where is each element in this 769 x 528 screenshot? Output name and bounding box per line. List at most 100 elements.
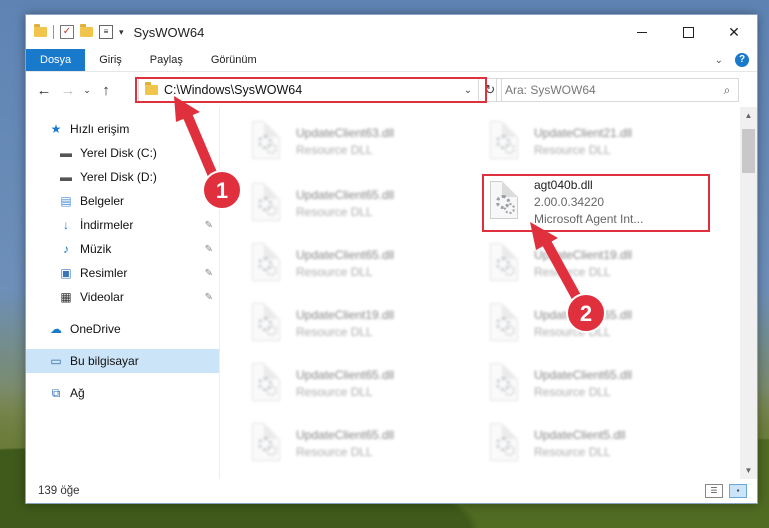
file-name: UpdateClient65.dll (296, 248, 395, 262)
file-item-agt040b[interactable]: agt040b.dll 2.00.0.34220 Microsoft Agent… (486, 173, 706, 231)
sidebar-item-this-pc[interactable]: ▭ Bu bilgisayar (26, 349, 219, 373)
sidebar-item-local-disk-c[interactable]: ▬ Yerel Disk (C:) (26, 141, 219, 165)
file-item[interactable]: UpdateClient65.dll Resource DLL (248, 235, 468, 293)
drive-icon: ▬ (60, 170, 72, 184)
sidebar-item-label: Yerel Disk (D:) (80, 170, 157, 184)
file-name: UpdateClient19.dll (296, 308, 395, 322)
file-name: UpdateClient19.dll (534, 248, 633, 262)
dll-file-icon (248, 423, 284, 465)
documents-icon: ▤ (60, 194, 72, 208)
explorer-body: ★ Hızlı erişim ▬ Yerel Disk (C:) ▬ Yerel… (26, 107, 757, 479)
forward-arrow-icon[interactable]: → (56, 82, 80, 99)
music-icon: ♪ (63, 242, 69, 256)
pin-icon[interactable]: ✎ (205, 268, 213, 279)
sidebar-item-label: OneDrive (70, 322, 121, 336)
pin-icon[interactable]: ✎ (205, 196, 213, 207)
search-icon[interactable]: ⌕ (716, 83, 738, 98)
sidebar-item-network[interactable]: ⧉ Ağ (26, 381, 219, 405)
file-type: Resource DLL (296, 385, 373, 399)
details-view-icon[interactable]: ☰ (705, 484, 723, 498)
dll-file-icon (248, 363, 284, 405)
sidebar-item-label: Müzik (80, 242, 112, 256)
large-icons-view-icon[interactable]: ▪ (729, 484, 747, 498)
dll-file-icon (486, 121, 522, 163)
dll-file-icon (486, 243, 522, 285)
sidebar-item-local-disk-d[interactable]: ▬ Yerel Disk (D:) (26, 165, 219, 189)
file-item[interactable]: UpdateClient65.dll Resource DLL (486, 355, 706, 413)
properties-check-icon[interactable]: ✓ (60, 25, 74, 39)
file-name: agt040b.dll (534, 177, 593, 192)
search-box[interactable]: Ara: SysWOW64 ⌕ (496, 78, 739, 102)
file-item[interactable]: UpdateClient65.dll Resource DLL (248, 355, 468, 413)
sidebar-item-label: Ağ (70, 386, 85, 400)
up-arrow-icon[interactable]: ↑ (94, 82, 118, 99)
dll-file-icon (486, 363, 522, 405)
sidebar-item-label: Bu bilgisayar (70, 354, 139, 368)
dll-file-icon (248, 243, 284, 285)
close-button[interactable]: ✕ (711, 15, 757, 49)
pin-icon[interactable]: ✎ (205, 292, 213, 303)
file-item[interactable]: UpdateClient19.dll Resource DLL (486, 235, 706, 293)
dll-file-icon (248, 303, 284, 345)
new-folder-icon[interactable] (80, 24, 93, 37)
customize-toolbar-chevron-icon[interactable]: ▾ (119, 27, 124, 38)
sidebar-item-videos[interactable]: ▦ Videolar ✎ (26, 285, 219, 309)
file-type: Resource DLL (296, 445, 373, 459)
address-path[interactable]: C:\Windows\SysWOW64 (164, 83, 302, 97)
address-history-chevron-icon[interactable]: ⌄ (458, 85, 478, 96)
back-arrow-icon[interactable]: ← (32, 82, 56, 99)
file-name: UpdateClient5.dll (534, 428, 626, 442)
address-bar[interactable]: C:\Windows\SysWOW64 ⌄ ↻ (138, 78, 502, 102)
sidebar-item-documents[interactable]: ▤ Belgeler ✎ (26, 189, 219, 213)
file-type: Resource DLL (534, 143, 611, 157)
dll-file-icon (486, 303, 522, 345)
file-item[interactable]: UpdateClient65.dll Resource DLL (248, 175, 468, 233)
help-button[interactable]: ? (735, 53, 749, 67)
dll-file-icon (248, 183, 284, 225)
sidebar-item-quick-access[interactable]: ★ Hızlı erişim (26, 117, 219, 141)
file-name: UpdateClient65.dll (534, 308, 633, 322)
file-type: Resource DLL (296, 265, 373, 279)
item-count: 139 öğe (38, 485, 80, 497)
vertical-scrollbar[interactable]: ▲ ▼ (740, 107, 757, 479)
file-type: Resource DLL (296, 325, 373, 339)
scroll-up-icon[interactable]: ▲ (740, 107, 757, 124)
tab-share[interactable]: Paylaş (136, 49, 197, 71)
file-type: Resource DLL (534, 265, 611, 279)
search-input[interactable]: Ara: SysWOW64 (505, 83, 596, 97)
file-type: Resource DLL (534, 445, 611, 459)
navigation-pane: ★ Hızlı erişim ▬ Yerel Disk (C:) ▬ Yerel… (26, 107, 220, 479)
pin-icon[interactable]: ✎ (205, 220, 213, 231)
tab-home[interactable]: Giriş (85, 49, 136, 71)
sidebar-item-onedrive[interactable]: ☁ OneDrive (26, 317, 219, 341)
file-explorer-window: ✓ ≡ ▾ SysWOW64 ✕ Dosya Giriş Paylaş Görü… (25, 14, 758, 504)
sidebar-item-music[interactable]: ♪ Müzik ✎ (26, 237, 219, 261)
minimize-button[interactable] (619, 15, 665, 49)
file-item[interactable]: UpdateClient65.dll Resource DLL (248, 415, 468, 473)
scroll-thumb[interactable] (742, 129, 755, 173)
recent-locations-chevron-icon[interactable]: ⌄ (80, 85, 94, 96)
sidebar-item-pictures[interactable]: ▣ Resimler ✎ (26, 261, 219, 285)
folder-icon (34, 24, 47, 37)
maximize-button[interactable] (665, 15, 711, 49)
view-toggle: ☰ ▪ (705, 484, 757, 498)
scroll-down-icon[interactable]: ▼ (740, 462, 757, 479)
star-icon: ★ (50, 122, 62, 136)
file-type: Resource DLL (296, 143, 373, 157)
tab-view[interactable]: Görünüm (197, 49, 271, 71)
file-version: 2.00.0.34220 (534, 194, 605, 209)
file-item[interactable]: UpdateClient65.dll Resource DLL (486, 295, 706, 353)
toolbar-divider (53, 25, 54, 39)
navigation-bar: ← → ⌄ ↑ C:\Windows\SysWOW64 ⌄ ↻ Ara: Sys… (26, 72, 757, 108)
tab-file[interactable]: Dosya (26, 49, 86, 71)
expand-ribbon-chevron-icon[interactable]: ⌄ (715, 55, 723, 66)
view-properties-icon[interactable]: ≡ (99, 25, 113, 39)
file-item[interactable]: UpdateClient19.dll Resource DLL (248, 295, 468, 353)
ribbon-right: ⌄ ? (715, 49, 757, 71)
file-item[interactable]: UpdateClient5.dll Resource DLL (486, 415, 706, 473)
pin-icon[interactable]: ✎ (205, 244, 213, 255)
sidebar-item-label: Belgeler (80, 194, 125, 208)
file-item[interactable]: UpdateClient21.dll Resource DLL (486, 113, 706, 171)
file-item[interactable]: UpdateClient63.dll Resource DLL (248, 113, 468, 171)
sidebar-item-downloads[interactable]: ↓ İndirmeler ✎ (26, 213, 219, 237)
